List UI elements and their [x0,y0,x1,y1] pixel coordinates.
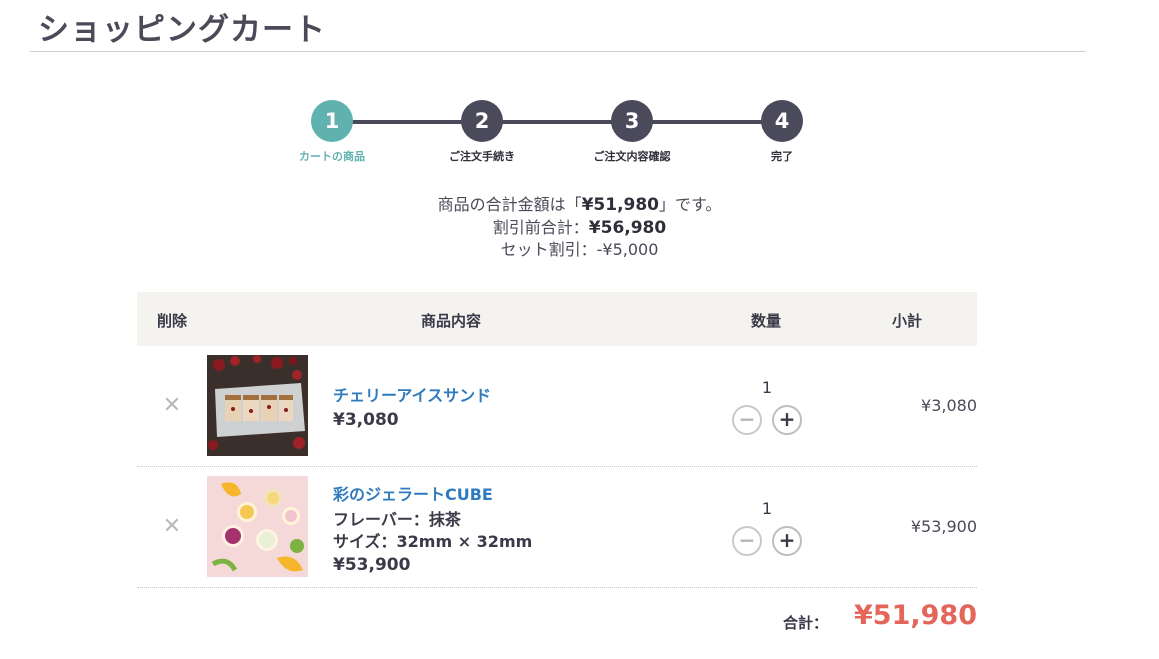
table-row: ✕ 彩のジェラートCUBE フレーバー：抹茶 サイズ：32mm × 32mm ¥… [137,467,977,588]
product-image [207,476,308,577]
product-info: チェリーアイスサンド ¥3,080 [333,382,491,430]
summary-total-prefix: 商品の合計金額は「 [437,195,582,214]
total-value: ¥51,980 [854,600,977,631]
product-name-link[interactable]: 彩のジェラートCUBE [333,481,532,505]
product-info: 彩のジェラートCUBE フレーバー：抹茶 サイズ：32mm × 32mm ¥53… [333,481,532,575]
summary-pre-discount-amount: ¥56,980 [588,217,667,238]
price-summary: 商品の合計金額は「¥51,980」です。 割引前合計：¥56,980 セット割引… [0,194,1159,262]
table-header: 削除 商品内容 数量 小計 [137,292,977,346]
page-title: ショッピングカート [38,12,326,48]
quantity-stepper: 1 − + [727,499,807,556]
quantity-stepper: 1 − + [727,378,807,435]
summary-total-suffix: 」です。 [659,195,722,214]
row-subtotal: ¥53,900 [910,517,977,536]
summary-total-amount: ¥51,980 [581,195,660,215]
header-qty: 数量 [751,312,782,330]
row-subtotal: ¥3,080 [921,396,977,415]
quantity-value: 1 [761,378,773,397]
quantity-value: 1 [761,499,773,518]
step-3-label: ご注文内容確認 [593,150,671,163]
summary-pre-discount-label: 割引前合計： [492,217,589,237]
step-4: 4 完了 [737,100,827,164]
step-2-label: ご注文手続き [449,150,515,163]
step-2: 2 ご注文手続き [437,100,527,164]
product-size: サイズ：32mm × 32mm [333,532,533,551]
total-label: 合計： [783,614,829,632]
title-divider [30,51,1086,52]
cart-table: 削除 商品内容 数量 小計 ✕ チェリーアイスサンド ¥3,080 1 − + … [137,292,977,588]
product-name-link[interactable]: チェリーアイスサンド [333,382,491,406]
summary-pre-discount-line: 割引前合計：¥56,980 [0,217,1159,240]
minus-icon[interactable]: − [732,405,762,435]
minus-icon[interactable]: − [732,526,762,556]
close-icon[interactable]: ✕ [162,395,182,417]
product-flavor: フレーバー：抹茶 [333,510,461,529]
product-image [207,355,308,456]
header-content: 商品内容 [421,312,482,330]
progress-line [335,120,795,124]
plus-icon[interactable]: + [772,526,802,556]
plus-icon[interactable]: + [772,405,802,435]
checkout-progress: 1 カートの商品 2 ご注文手続き 3 ご注文内容確認 4 完了 [290,100,830,170]
summary-discount-line: セット割引：-¥5,000 [500,240,659,259]
table-row: ✕ チェリーアイスサンド ¥3,080 1 − + ¥3,080 [137,346,977,467]
step-3: 3 ご注文内容確認 [587,100,677,164]
step-1-circle: 1 [311,100,353,142]
step-4-label: 完了 [771,150,793,163]
summary-total-line: 商品の合計金額は「¥51,980」です。 [0,194,1159,217]
product-price: ¥3,080 [333,410,399,430]
step-1-label: カートの商品 [299,150,365,163]
step-4-circle: 4 [761,100,803,142]
header-subtotal: 小計 [892,312,923,330]
close-icon[interactable]: ✕ [162,516,182,538]
product-price: ¥53,900 [333,555,411,575]
header-remove: 削除 [157,312,188,330]
step-2-circle: 2 [461,100,503,142]
step-3-circle: 3 [611,100,653,142]
step-1: 1 カートの商品 [287,100,377,164]
